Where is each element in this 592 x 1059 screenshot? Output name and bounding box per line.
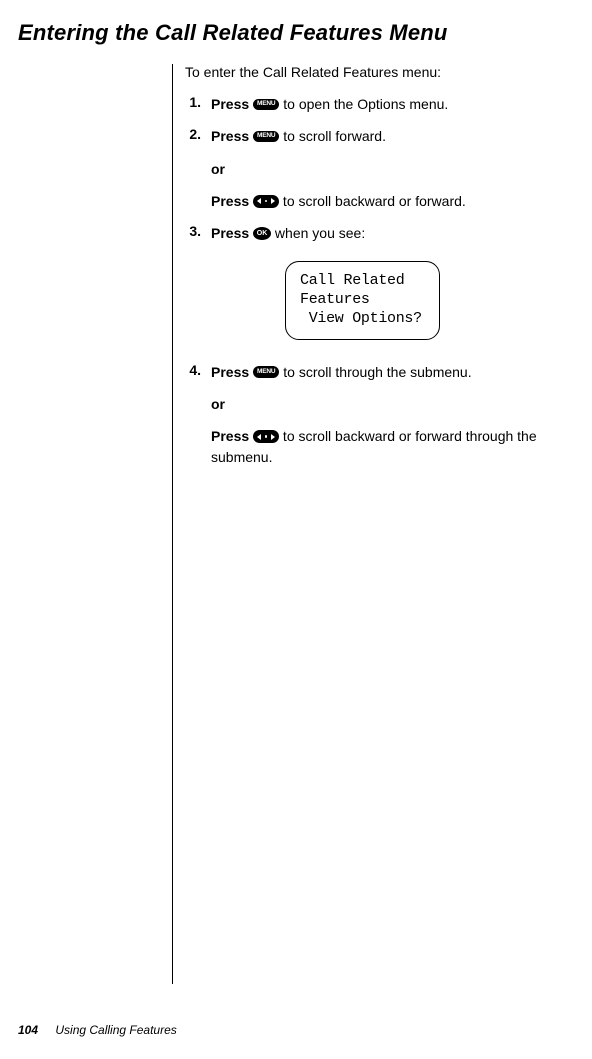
step-1: 1. Press MENU to open the Options menu. [185,94,562,114]
step-4-tail: to scroll through the submenu. [279,364,471,380]
step-1-tail: to open the Options menu. [279,96,448,112]
step-2-body: Press MENU to scroll forward. [211,126,562,146]
footer: 104 Using Calling Features [18,1023,177,1037]
step-2-alt-tail: to scroll backward or forward. [279,193,466,209]
lcd-line-3: View Options? [300,310,427,329]
intro-text: To enter the Call Related Features menu: [185,64,562,80]
step-4-alt: Press to scroll backward or forward thro… [211,426,562,467]
press-label: Press [211,225,249,241]
step-3: 3. Press OK when you see: [185,223,562,243]
step-1-body: Press MENU to open the Options menu. [211,94,562,114]
lcd-line-1: Call Related [300,272,427,291]
press-label: Press [211,96,249,112]
step-4-body: Press MENU to scroll through the submenu… [211,362,562,382]
arrows-button-icon [253,430,279,443]
arrows-button-icon [253,195,279,208]
step-1-number: 1. [185,94,211,114]
step-2-tail: to scroll forward. [279,128,386,144]
press-label: Press [211,128,249,144]
step-4-number: 4. [185,362,211,382]
section-name: Using Calling Features [55,1023,176,1037]
step-3-body: Press OK when you see: [211,223,562,243]
step-3-number: 3. [185,223,211,243]
step-4-or: or [211,394,562,414]
menu-button-icon: MENU [253,131,279,143]
ok-button-icon: OK [253,227,271,240]
page-number: 104 [18,1023,38,1037]
menu-button-icon: MENU [253,366,279,378]
press-label: Press [211,193,249,209]
lcd-line-2: Features [300,291,427,310]
press-label: Press [211,428,249,444]
step-4: 4. Press MENU to scroll through the subm… [185,362,562,382]
step-3-tail: when you see: [271,225,365,241]
content-area: To enter the Call Related Features menu:… [172,64,562,984]
step-2-alt: Press to scroll backward or forward. [211,191,562,211]
lcd-screen: Call Related Features View Options? [285,261,440,339]
page-title: Entering the Call Related Features Menu [0,0,592,66]
step-2-or: or [211,159,562,179]
step-2-number: 2. [185,126,211,146]
step-2: 2. Press MENU to scroll forward. [185,126,562,146]
menu-button-icon: MENU [253,99,279,111]
press-label: Press [211,364,249,380]
